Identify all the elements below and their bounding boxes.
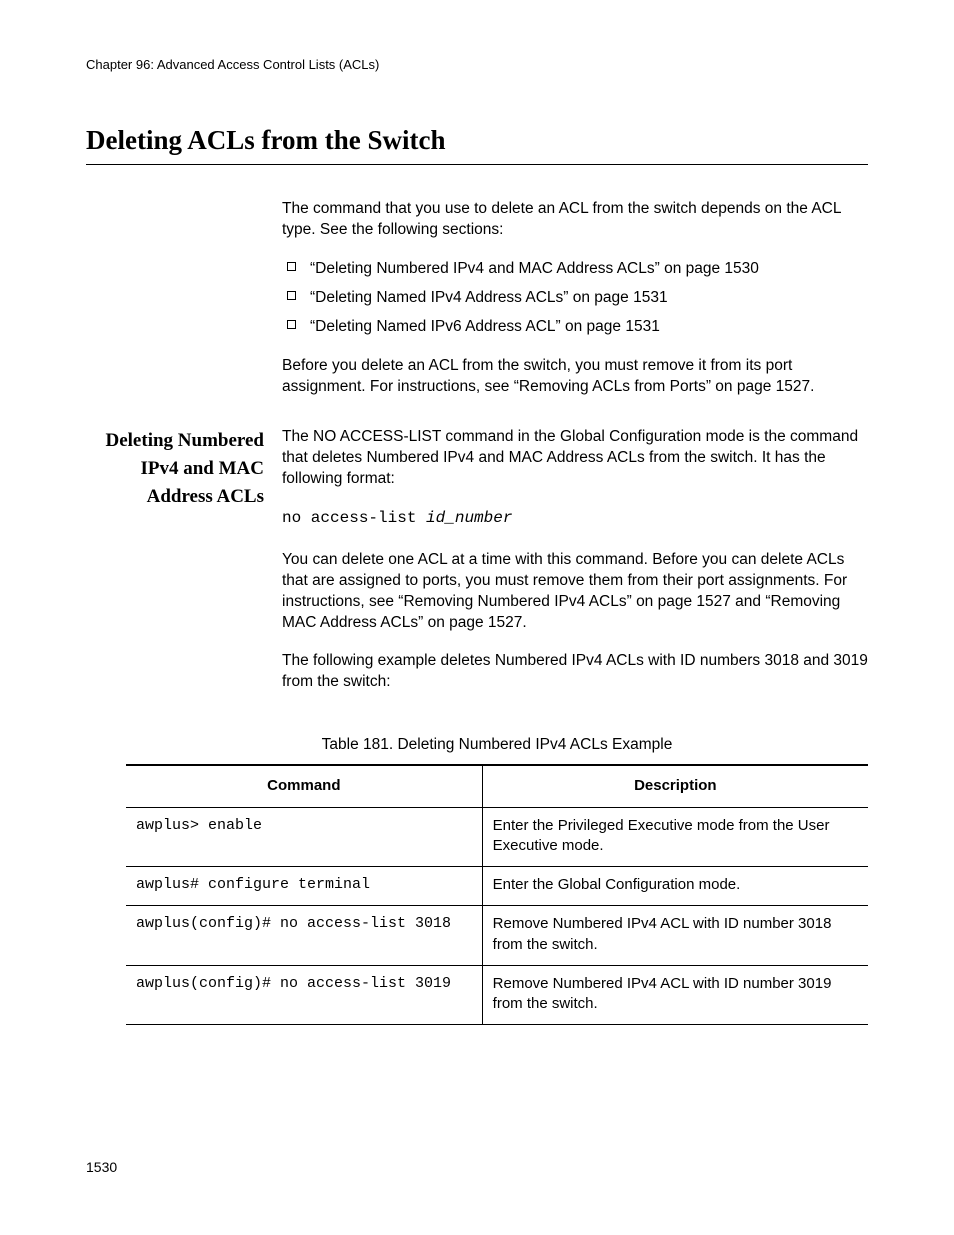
bullet-text: “Deleting Named IPv4 Address ACLs” on pa…: [310, 289, 668, 306]
table-row: awplus# configure terminal Enter the Glo…: [126, 867, 868, 906]
bullet-item: “Deleting Named IPv4 Address ACLs” on pa…: [282, 288, 868, 309]
table-cell-description: Enter the Global Configuration mode.: [482, 867, 868, 906]
subsection-body: The NO ACCESS-LIST command in the Global…: [282, 427, 868, 711]
sub-paragraph-1: The NO ACCESS-LIST command in the Global…: [282, 427, 868, 490]
intro-paragraph-1: The command that you use to delete an AC…: [282, 199, 868, 241]
command-table: Command Description awplus> enable Enter…: [126, 764, 868, 1025]
table-header-command: Command: [126, 765, 482, 807]
sub-paragraph-2: You can delete one ACL at a time with th…: [282, 550, 868, 634]
subsection: Deleting Numbered IPv4 and MAC Address A…: [86, 427, 868, 711]
table-cell-description: Remove Numbered IPv4 ACL with ID number …: [482, 906, 868, 966]
table-row: awplus(config)# no access-list 3018 Remo…: [126, 906, 868, 966]
bullet-text: “Deleting Numbered IPv4 and MAC Address …: [310, 260, 759, 277]
subsection-heading: Deleting Numbered IPv4 and MAC Address A…: [86, 427, 282, 510]
code-argument: id_number: [426, 509, 512, 527]
code-command: no access-list: [282, 509, 426, 527]
bullet-icon: [287, 320, 296, 329]
page-number: 1530: [86, 1158, 117, 1177]
table-cell-command: awplus(config)# no access-list 3019: [126, 965, 482, 1025]
intro-block: The command that you use to delete an AC…: [282, 199, 868, 397]
table-caption: Table 181. Deleting Numbered IPv4 ACLs E…: [126, 735, 868, 756]
sub-paragraph-3: The following example deletes Numbered I…: [282, 651, 868, 693]
table-cell-description: Remove Numbered IPv4 ACL with ID number …: [482, 965, 868, 1025]
running-header: Chapter 96: Advanced Access Control List…: [86, 56, 868, 74]
table-header-description: Description: [482, 765, 868, 807]
table-cell-description: Enter the Privileged Executive mode from…: [482, 807, 868, 867]
bullet-item: “Deleting Numbered IPv4 and MAC Address …: [282, 259, 868, 280]
table-row: awplus(config)# no access-list 3019 Remo…: [126, 965, 868, 1025]
bullet-text: “Deleting Named IPv6 Address ACL” on pag…: [310, 318, 660, 335]
bullet-icon: [287, 291, 296, 300]
bullet-icon: [287, 262, 296, 271]
page-title: Deleting ACLs from the Switch: [86, 122, 868, 165]
table-cell-command: awplus> enable: [126, 807, 482, 867]
table-cell-command: awplus# configure terminal: [126, 867, 482, 906]
table-cell-command: awplus(config)# no access-list 3018: [126, 906, 482, 966]
code-syntax: no access-list id_number: [282, 508, 868, 530]
intro-paragraph-2: Before you delete an ACL from the switch…: [282, 356, 868, 398]
intro-bullets: “Deleting Numbered IPv4 and MAC Address …: [282, 259, 868, 338]
table-row: awplus> enable Enter the Privileged Exec…: [126, 807, 868, 867]
bullet-item: “Deleting Named IPv6 Address ACL” on pag…: [282, 317, 868, 338]
